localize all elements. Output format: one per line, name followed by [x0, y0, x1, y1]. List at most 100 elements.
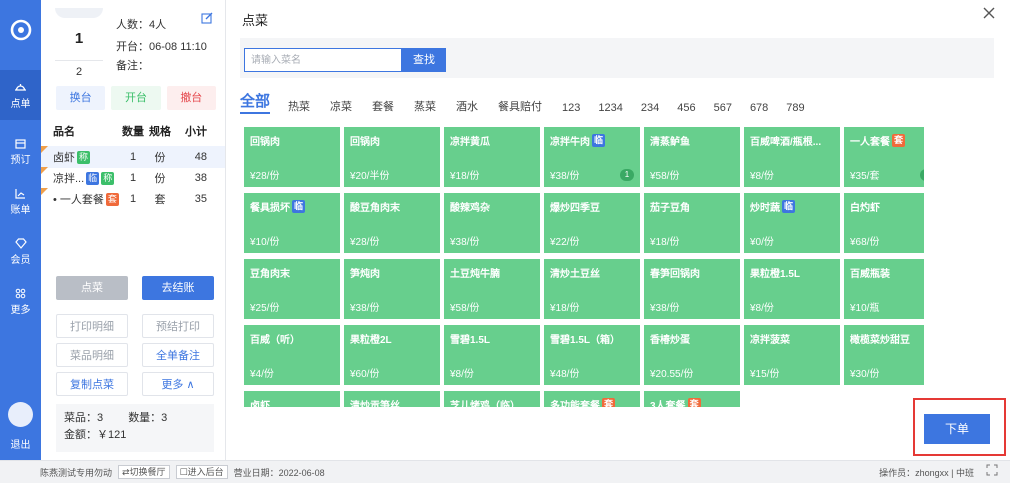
dish-card[interactable]: 果粒橙2L ¥60/份 — [344, 325, 440, 385]
dish-card[interactable]: 香椿炒蛋 ¥20.55/份 — [644, 325, 740, 385]
dish-card[interactable]: 凉拌菠菜 ¥15/份 — [744, 325, 840, 385]
dish-card[interactable]: 白灼虾 ¥68/份 — [844, 193, 924, 253]
col-qty: 数量 — [122, 126, 144, 138]
dish-card[interactable]: 百威（听） ¥4/份 — [244, 325, 340, 385]
nav-label: 更多 — [10, 305, 31, 316]
dish-card[interactable]: 凉拌牛肉临 ¥38/份 1 — [544, 127, 640, 187]
print-detail-button[interactable]: 打印明细 — [56, 314, 128, 338]
order-row-marker — [41, 146, 48, 153]
dish-card[interactable]: 酸辣鸡杂 ¥38/份 — [444, 193, 540, 253]
more-button[interactable]: 更多 ∧ — [142, 372, 214, 396]
dish-card[interactable]: 炒时蔬临 ¥0/份 — [744, 193, 840, 253]
order-summary: 菜品：3 数量：3 金额：￥121 — [56, 404, 214, 452]
change-table-button[interactable]: 换台 — [56, 86, 106, 110]
order-row[interactable]: 卤虾称 1 份 48 — [41, 146, 225, 168]
category-tab[interactable]: 567 — [714, 102, 732, 114]
category-tab[interactable]: 餐具赔付 — [498, 98, 542, 114]
category-tab[interactable]: 789 — [786, 102, 804, 114]
dish-card[interactable]: 卤虾 — [244, 391, 340, 407]
dish-card[interactable]: 回锅肉 ¥28/份 — [244, 127, 340, 187]
dish-card[interactable]: 土豆炖牛腩 ¥58/份 — [444, 259, 540, 319]
dish-price: ¥35/套 — [850, 171, 880, 182]
dish-card[interactable]: 餐具损坏临 ¥10/份 — [244, 193, 340, 253]
dish-name: 一人套餐 — [850, 137, 890, 148]
switch-store-button[interactable]: ⇄切换餐厅 — [118, 465, 170, 479]
dish-card[interactable]: 一人套餐套 ¥35/套 1 — [844, 127, 924, 187]
search-button[interactable]: 查找 — [402, 48, 446, 72]
dish-card[interactable]: 凉拌黄瓜 ¥18/份 — [444, 127, 540, 187]
avatar[interactable] — [8, 402, 33, 427]
pre-print-button[interactable]: 预结打印 — [142, 314, 214, 338]
dish-card[interactable]: 橄榄菜炒甜豆 ¥30/份 — [844, 325, 924, 385]
open-table-button[interactable]: 开台 — [111, 86, 161, 110]
dish-card[interactable]: 笋炖肉 ¥38/份 — [344, 259, 440, 319]
copy-dish-button[interactable]: 复制点菜 — [56, 372, 128, 396]
category-tab[interactable]: 1234 — [598, 102, 622, 114]
enter-backend-button[interactable]: ☐进入后台 — [175, 465, 228, 479]
dish-card-name: 芝儿烤鸡（临） — [450, 397, 538, 407]
dish-card-name: 一人套餐套 — [850, 133, 924, 148]
dish-name: 茄子豆角 — [650, 203, 690, 214]
order-row-unit: 份 — [154, 173, 166, 185]
category-tab[interactable]: 456 — [677, 102, 695, 114]
clear-table-button[interactable]: 撤台 — [166, 86, 216, 110]
order-row-qty: 1 — [129, 193, 137, 205]
search-input[interactable] — [244, 48, 402, 72]
category-tab[interactable]: 热菜 — [288, 98, 310, 114]
nav-item-more[interactable]: 更多 — [0, 276, 41, 326]
nav-item-reserve[interactable]: 预订 — [0, 126, 41, 176]
dish-card[interactable]: 百威啤酒/瓶根... ¥8/份 — [744, 127, 840, 187]
order-row[interactable]: • 一人套餐套 1 套 35 — [41, 188, 225, 210]
category-tab[interactable]: 678 — [750, 102, 768, 114]
dian-cai-button[interactable]: 点菜 — [56, 276, 128, 300]
logout-button[interactable]: 退出 — [0, 436, 41, 451]
left-nav: 点单 预订 账单 会员 更多 退出 — [0, 0, 41, 460]
order-row[interactable]: 凉拌... 临称 1 份 38 — [41, 167, 225, 189]
dish-card[interactable]: 多功能套餐套 — [544, 391, 640, 407]
dish-card-name: 果粒橙2L — [350, 331, 438, 346]
dish-card[interactable]: 茄子豆角 ¥18/份 — [644, 193, 740, 253]
table-sub-number: 2 — [55, 60, 103, 82]
dish-price: ¥10/份 — [250, 237, 280, 248]
dish-card-name: 清炒贡笋丝 — [350, 397, 438, 407]
place-order-button[interactable]: 下单 — [924, 414, 990, 444]
dish-card[interactable]: 清炒土豆丝 ¥18/份 — [544, 259, 640, 319]
dish-card[interactable]: 清炒贡笋丝 — [344, 391, 440, 407]
dish-card[interactable]: 爆炒四季豆 ¥22/份 — [544, 193, 640, 253]
dish-name: 香椿炒蛋 — [650, 335, 690, 346]
all-remark-button[interactable]: 全单备注 — [142, 343, 214, 367]
col-unit: 规格 — [149, 126, 171, 138]
category-tab[interactable]: 123 — [562, 102, 580, 114]
dish-card[interactable]: 百威瓶装 ¥10/瓶 — [844, 259, 924, 319]
fullscreen-icon[interactable] — [986, 464, 998, 478]
dish-card[interactable]: 酸豆角肉末 ¥28/份 — [344, 193, 440, 253]
dish-price: ¥28/份 — [350, 237, 380, 248]
dish-card[interactable]: 3人套餐套 — [644, 391, 740, 407]
category-tab[interactable]: 酒水 — [456, 98, 478, 114]
dish-card[interactable]: 回锅肉 ¥20/半份 — [344, 127, 440, 187]
dish-detail-button[interactable]: 菜品明细 — [56, 343, 128, 367]
order-table-header: 品名 数量 规格 小计 — [41, 120, 225, 142]
category-tab[interactable]: 套餐 — [372, 98, 394, 114]
nav-item-member[interactable]: 会员 — [0, 226, 41, 276]
category-tab[interactable]: 蒸菜 — [414, 98, 436, 114]
dish-price: ¥58/份 — [650, 171, 680, 182]
close-icon[interactable] — [982, 6, 996, 23]
dish-card[interactable]: 果粒橙1.5L ¥8/份 — [744, 259, 840, 319]
dish-card[interactable]: 清蒸鲈鱼 ¥58/份 — [644, 127, 740, 187]
nav-label: 预订 — [10, 155, 31, 166]
dish-card[interactable]: 芝儿烤鸡（临） — [444, 391, 540, 407]
checkout-button[interactable]: 去结账 — [142, 276, 214, 300]
dish-card[interactable]: 豆角肉末 ¥25/份 — [244, 259, 340, 319]
category-tab[interactable]: 全部 — [240, 90, 271, 114]
category-tab[interactable]: 234 — [641, 102, 659, 114]
dish-card[interactable]: 雪碧1.5L ¥8/份 — [444, 325, 540, 385]
dish-card[interactable]: 春笋回锅肉 ¥38/份 — [644, 259, 740, 319]
dish-card[interactable]: 雪碧1.5L（箱） ¥48/份 — [544, 325, 640, 385]
edit-icon[interactable] — [201, 12, 213, 27]
dish-price: ¥18/份 — [650, 237, 680, 248]
open-time: 开台：06-08 11:10 — [116, 41, 207, 53]
nav-item-order[interactable]: 点单 — [0, 70, 41, 120]
nav-item-bill[interactable]: 账单 — [0, 176, 41, 226]
category-tab[interactable]: 凉菜 — [330, 98, 352, 114]
